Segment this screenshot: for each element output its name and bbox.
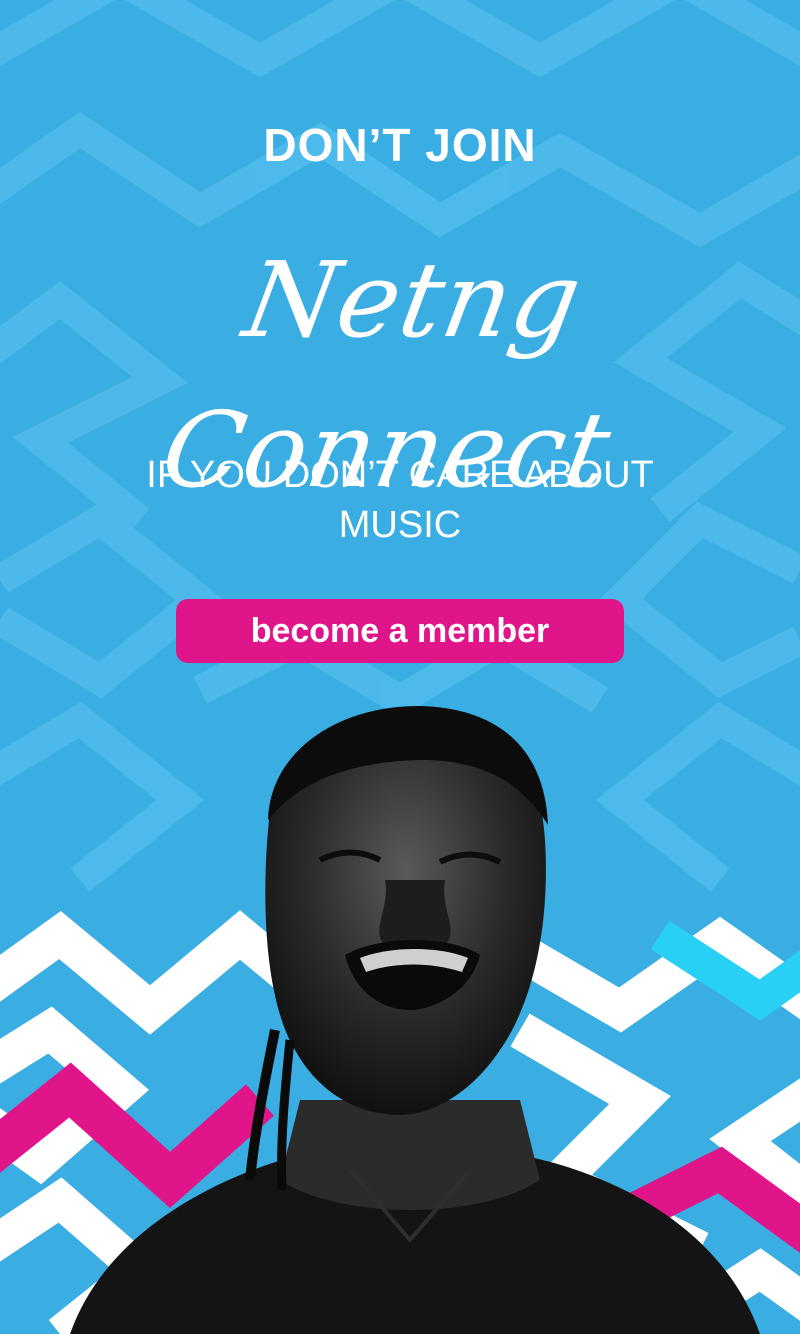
- headline: DON’T JOIN: [263, 119, 537, 171]
- become-member-button[interactable]: become a member: [176, 599, 624, 663]
- subline: IF YOU DON’T CARE ABOUT MUSIC: [0, 450, 800, 550]
- subline-line-1: IF YOU DON’T CARE ABOUT: [146, 454, 654, 496]
- portrait-photo: [70, 705, 760, 1334]
- subline-line-2: MUSIC: [338, 504, 462, 546]
